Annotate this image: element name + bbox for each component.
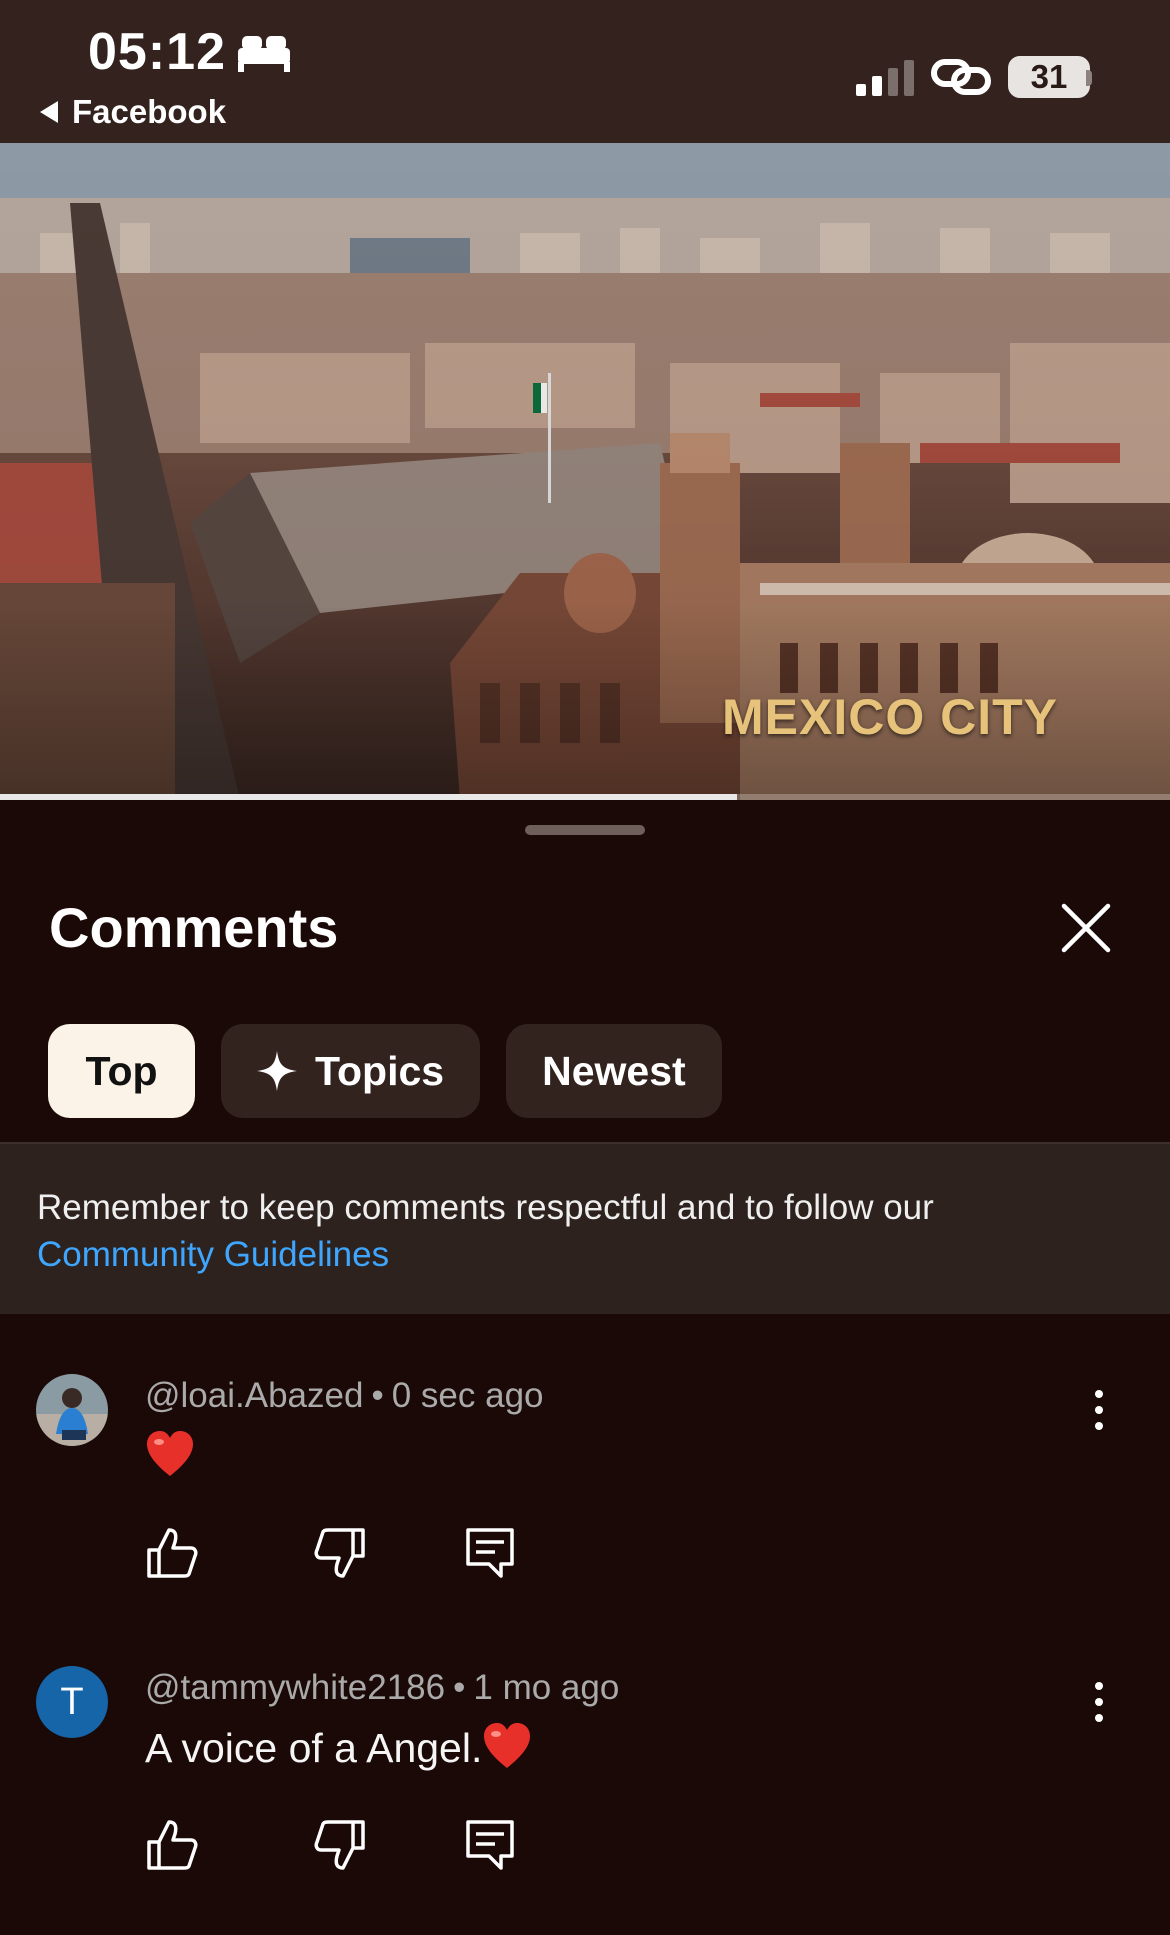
avatar-photo-icon <box>36 1374 108 1446</box>
close-icon[interactable] <box>1058 900 1114 956</box>
comments-sheet: Comments Top Topics Newest Remember to k… <box>0 800 1170 1935</box>
like-icon[interactable] <box>145 1526 199 1580</box>
like-icon[interactable] <box>145 1818 199 1872</box>
bed-icon <box>238 36 290 72</box>
link-icon <box>931 59 991 95</box>
more-options-icon[interactable] <box>1084 1678 1114 1726</box>
status-bar: 05:12 Facebook 31 <box>0 0 1170 143</box>
video-caption: MEXICO CITY <box>722 689 1059 745</box>
guidelines-text: Remember to keep comments respectful and… <box>37 1188 934 1227</box>
community-guidelines-link[interactable]: Community Guidelines <box>37 1231 1170 1278</box>
comment-meta: @tammywhite2186 • 1 mo ago <box>145 1668 619 1708</box>
avatar[interactable] <box>36 1374 108 1446</box>
sort-chips: Top Topics Newest <box>48 1024 722 1118</box>
reply-icon[interactable] <box>463 1526 517 1580</box>
more-options-icon[interactable] <box>1084 1386 1114 1434</box>
chip-newest-label: Newest <box>542 1047 686 1094</box>
battery-icon: 31 <box>1008 56 1090 98</box>
back-to-app-button[interactable]: Facebook <box>38 92 226 132</box>
video-player[interactable]: MEXICO CITY <box>0 143 1170 800</box>
dislike-icon[interactable] <box>313 1526 367 1580</box>
meta-separator: • <box>453 1668 466 1707</box>
signal-icon <box>856 60 914 96</box>
clock: 05:12 <box>88 23 226 81</box>
comment-text <box>145 1430 195 1480</box>
comment-text: A voice of a Angel. <box>145 1722 532 1772</box>
meta-separator: • <box>371 1376 384 1415</box>
reply-icon[interactable] <box>463 1818 517 1872</box>
sheet-title: Comments <box>49 896 339 959</box>
chip-top[interactable]: Top <box>48 1024 195 1118</box>
comment-author[interactable]: @loai.Abazed <box>145 1376 363 1415</box>
comment-author[interactable]: @tammywhite2186 <box>145 1668 445 1707</box>
sparkle-icon <box>257 1051 297 1091</box>
chip-newest[interactable]: Newest <box>506 1024 722 1118</box>
guidelines-banner: Remember to keep comments respectful and… <box>0 1144 1170 1314</box>
comment-time: 0 sec ago <box>391 1376 544 1415</box>
chip-top-label: Top <box>85 1047 158 1094</box>
comment-time: 1 mo ago <box>473 1668 620 1707</box>
back-app-label: Facebook <box>72 93 227 130</box>
heart-emoji-icon <box>147 1431 193 1476</box>
dislike-icon[interactable] <box>313 1818 367 1872</box>
back-arrow-icon <box>40 101 58 123</box>
chip-topics[interactable]: Topics <box>221 1024 481 1118</box>
sheet-drag-handle[interactable] <box>525 825 645 835</box>
comment-text-content: A voice of a Angel. <box>145 1725 483 1771</box>
comment-meta: @loai.Abazed • 0 sec ago <box>145 1376 544 1416</box>
battery-nub <box>1086 70 1092 86</box>
heart-emoji-icon <box>484 1723 531 1768</box>
avatar[interactable]: T <box>36 1666 108 1738</box>
chip-topics-label: Topics <box>315 1047 445 1094</box>
